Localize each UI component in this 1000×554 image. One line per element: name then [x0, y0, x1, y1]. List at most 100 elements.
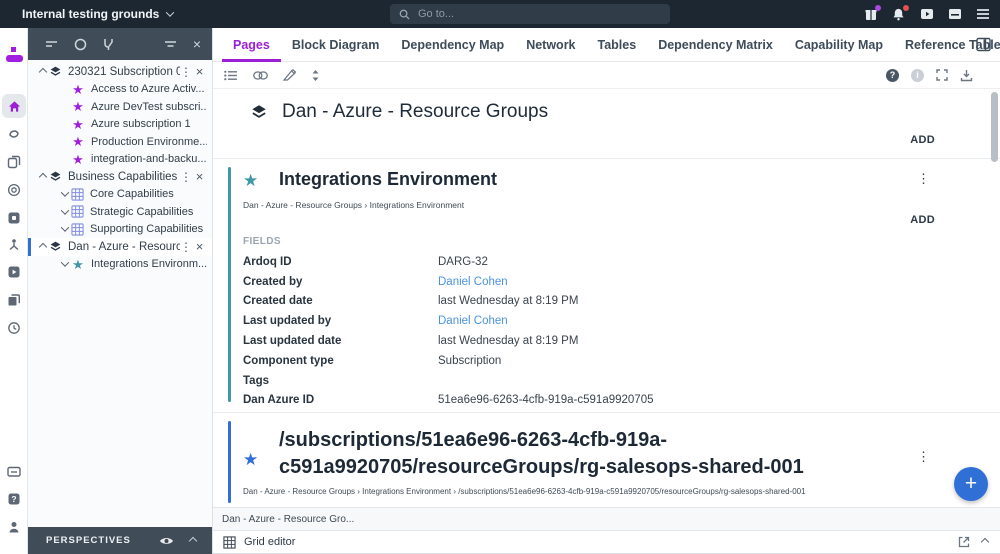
- tree-workspace-row[interactable]: 230321 Subscription 03 ⋮ ×: [28, 63, 212, 81]
- search-placeholder: Go to...: [418, 8, 455, 20]
- chat-icon[interactable]: [6, 464, 22, 480]
- tree-item[interactable]: ★ integration-and-backu...: [28, 151, 212, 169]
- pen-icon[interactable]: [283, 69, 296, 81]
- perspective-branch-icon[interactable]: [103, 38, 114, 51]
- gift-icon[interactable]: [863, 4, 881, 22]
- fullscreen-icon[interactable]: [936, 69, 948, 81]
- field-row: Last updated date last Wednesday at 8:19 …: [243, 335, 579, 348]
- sort-icon[interactable]: [45, 39, 58, 49]
- bell-icon[interactable]: [891, 4, 909, 22]
- workspace-tree: 230321 Subscription 03 ⋮ × ★ Access to Az…: [28, 60, 212, 273]
- star-icon[interactable]: ★: [243, 172, 258, 189]
- home-nav-active[interactable]: [2, 94, 26, 118]
- sync-icon[interactable]: [6, 126, 22, 142]
- layout-columns-icon[interactable]: [976, 37, 991, 52]
- breadcrumb: Dan - Azure - Resource Groups › Integrat…: [243, 200, 465, 210]
- workspaces-icon[interactable]: [6, 154, 22, 170]
- main-panel: Pages Block Diagram Dependency Map Netwo…: [213, 28, 1000, 554]
- workspace-label: Dan - Azure - Resource ...: [68, 240, 180, 253]
- fields-heading: FIELDS: [243, 236, 281, 247]
- kebab-menu-icon[interactable]: ⋮: [180, 240, 192, 254]
- org-switcher[interactable]: Internal testing grounds: [22, 7, 175, 21]
- chevron-down-icon[interactable]: [58, 188, 71, 198]
- field-row: Tags: [243, 374, 269, 387]
- workspace-label: 230321 Subscription 03: [68, 65, 180, 78]
- chevron-down-icon[interactable]: [58, 206, 71, 215]
- help-circle-icon[interactable]: ?: [886, 68, 899, 82]
- status-tab-label[interactable]: Dan - Azure - Resource Gro...: [222, 514, 354, 525]
- tree-item[interactable]: ★ Azure subscription 1: [28, 116, 212, 134]
- add-fab-button[interactable]: +: [954, 467, 988, 501]
- tab-dependency-matrix[interactable]: Dependency Matrix: [647, 28, 784, 62]
- user-icon[interactable]: [6, 519, 22, 535]
- component-section-integrations: ★ Integrations Environment ⋮ Dan - Azure…: [213, 158, 1000, 412]
- tree-workspace-row-selected[interactable]: Dan - Azure - Resource ... ⋮ ×: [28, 238, 212, 256]
- kebab-menu-icon[interactable]: ⋮: [180, 170, 192, 184]
- video-tour-icon[interactable]: [919, 7, 934, 22]
- ardoq-logo[interactable]: [0, 46, 28, 68]
- history-icon[interactable]: [6, 320, 22, 336]
- filter-icon[interactable]: [164, 39, 177, 49]
- perspectives-bar[interactable]: PERSPECTIVES: [28, 527, 212, 554]
- tree-item[interactable]: ★ Integrations Environm...: [28, 256, 212, 274]
- help-icon[interactable]: ?: [6, 491, 22, 507]
- download-icon[interactable]: [960, 69, 973, 82]
- vertical-scrollbar[interactable]: [991, 92, 998, 162]
- capability-grid-icon: [71, 205, 84, 218]
- link-icon[interactable]: [253, 70, 268, 80]
- inbox-icon[interactable]: [947, 7, 962, 22]
- tab-pages[interactable]: Pages: [222, 28, 281, 62]
- close-icon[interactable]: ×: [192, 64, 207, 79]
- open-external-icon[interactable]: [958, 536, 970, 548]
- close-icon[interactable]: ×: [192, 239, 207, 254]
- topbar-actions: [863, 0, 990, 28]
- search-input[interactable]: Go to...: [390, 4, 670, 24]
- star-icon[interactable]: ★: [243, 451, 258, 468]
- tab-dependency-map[interactable]: Dependency Map: [390, 28, 515, 62]
- tree-item[interactable]: ★ Azure DevTest subscri...: [28, 98, 212, 116]
- user-link[interactable]: Daniel Cohen: [438, 315, 508, 327]
- tree-item[interactable]: Core Capabilities: [28, 186, 212, 204]
- metamodel-icon[interactable]: [6, 237, 22, 253]
- target-icon[interactable]: [6, 182, 22, 198]
- menu-icon[interactable]: [975, 7, 990, 22]
- presentation-icon[interactable]: [6, 210, 22, 226]
- chevron-up-icon[interactable]: [36, 242, 49, 251]
- chevron-up-icon[interactable]: [36, 172, 49, 181]
- chevron-up-icon[interactable]: [188, 536, 198, 545]
- kebab-menu-icon[interactable]: ⋮: [917, 171, 930, 187]
- chevron-down-icon[interactable]: [58, 258, 71, 268]
- list-icon[interactable]: [224, 70, 238, 81]
- chevron-up-icon[interactable]: [980, 537, 990, 547]
- tab-tables[interactable]: Tables: [587, 28, 648, 62]
- kebab-menu-icon[interactable]: ⋮: [917, 449, 930, 465]
- svg-text:?: ?: [11, 494, 16, 504]
- close-icon[interactable]: ×: [193, 36, 201, 52]
- add-button[interactable]: ADD: [910, 134, 935, 146]
- tree-item[interactable]: ★ Production Environme...: [28, 133, 212, 151]
- tab-block-diagram[interactable]: Block Diagram: [281, 28, 391, 62]
- tab-capability-map[interactable]: Capability Map: [784, 28, 894, 62]
- breadcrumb: Dan - Azure - Resource Groups › Integrat…: [243, 487, 806, 496]
- chevron-up-icon[interactable]: [36, 67, 49, 76]
- tab-network[interactable]: Network: [515, 28, 586, 62]
- grid-editor-bar[interactable]: Grid editor: [213, 530, 1000, 554]
- tree-item[interactable]: Supporting Capabilities: [28, 221, 212, 239]
- tree-item[interactable]: ★ Access to Azure Activ...: [28, 81, 212, 99]
- user-link[interactable]: Daniel Cohen: [438, 276, 508, 288]
- tree-item[interactable]: Strategic Capabilities: [28, 203, 212, 221]
- tree-workspace-row[interactable]: Business Capabilities ⋮ ×: [28, 168, 212, 186]
- close-icon[interactable]: ×: [192, 169, 207, 184]
- eye-icon[interactable]: [159, 536, 174, 546]
- chevron-down-icon: [166, 8, 175, 17]
- kebab-menu-icon[interactable]: ⋮: [180, 65, 192, 79]
- add-button[interactable]: ADD: [910, 214, 935, 226]
- chevron-down-icon[interactable]: [58, 223, 71, 233]
- docs-icon[interactable]: [6, 292, 22, 308]
- info-circle-icon[interactable]: i: [911, 68, 924, 82]
- left-icon-rail: ?: [0, 28, 28, 554]
- sort-updown-icon[interactable]: [311, 69, 320, 82]
- grid-editor-actions: [958, 536, 990, 548]
- scope-circle-icon[interactable]: [74, 38, 87, 51]
- surveys-icon[interactable]: [6, 264, 22, 280]
